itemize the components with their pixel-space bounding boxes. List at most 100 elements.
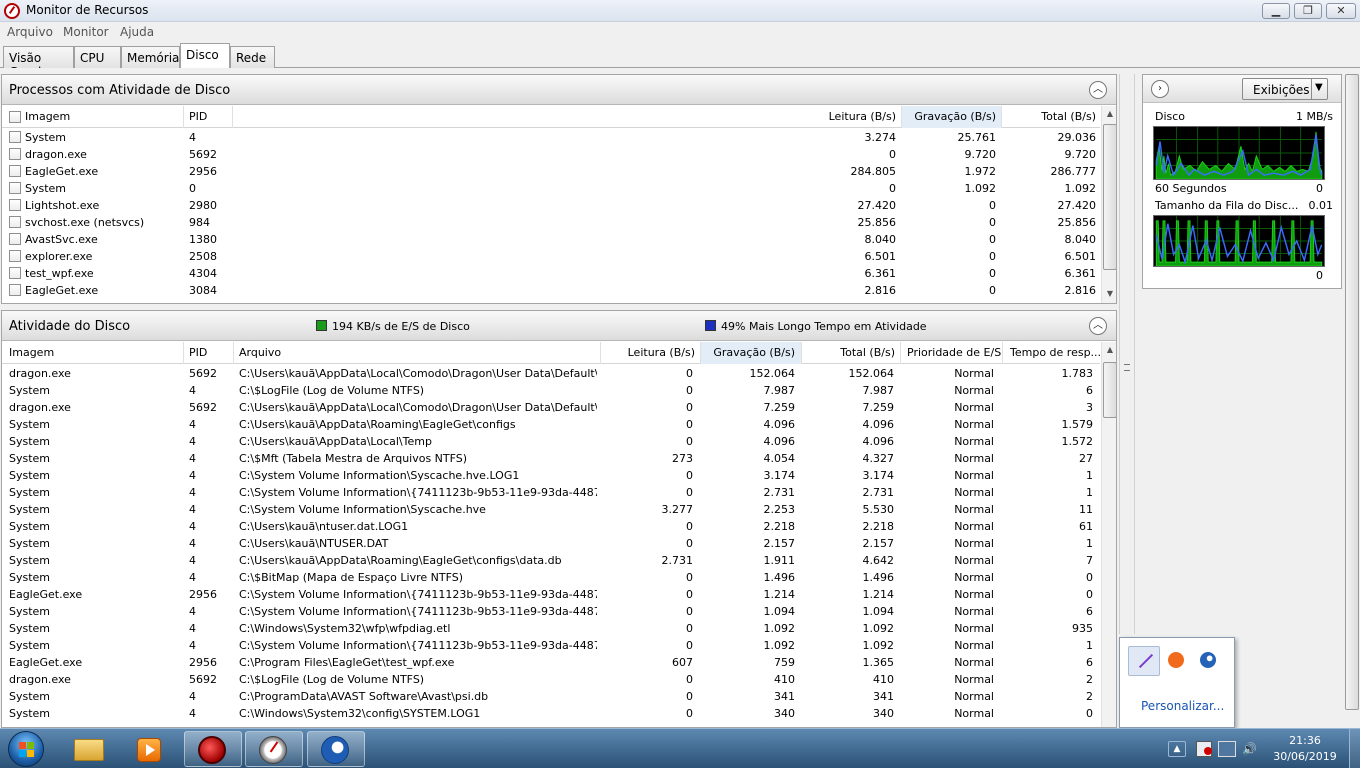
table-row[interactable]: System 4 C:\Users\kauã\AppData\Roaming\Eag… [2,552,1100,569]
tab-visao-geral[interactable]: Visão Geral [3,46,74,79]
table-row[interactable]: dragon.exe 5692 C:\$LogFile (Log de Volume… [2,671,1100,688]
scroll-thumb[interactable] [1103,362,1116,418]
table-row[interactable]: explorer.exe 2508 6.501 0 6.501 [2,248,1100,265]
side-scrollbar[interactable] [1344,74,1360,728]
row-checkbox[interactable] [9,216,21,228]
row-checkbox[interactable] [9,250,21,262]
show-desktop-button[interactable] [1349,729,1360,768]
processes-scrollbar[interactable]: ▲ ▼ [1101,106,1116,303]
show-hidden-icons-button[interactable]: ▲ [1168,741,1186,757]
col-arquivo[interactable]: Arquivo [239,346,281,359]
col-leitura[interactable]: Leitura (B/s) [601,346,695,359]
table-row[interactable]: System 4 C:\Windows\System32\wfp\wfpdiag.e… [2,620,1100,637]
scroll-up-arrow[interactable]: ▲ [1102,342,1116,358]
table-row[interactable]: System 4 C:\Users\kauã\ntuser.dat.LOG1 0 2.2… [2,518,1100,535]
tab-disco[interactable]: Disco [180,43,230,69]
start-button[interactable] [8,731,44,767]
table-row[interactable]: dragon.exe 5692 C:\Users\kauã\AppData\Loca… [2,365,1100,382]
minimize-button[interactable]: ▁ [1262,3,1290,19]
row-checkbox[interactable] [9,284,21,296]
row-checkbox[interactable] [9,199,21,211]
scroll-thumb[interactable] [1345,74,1359,710]
chevron-up-icon[interactable]: ︿ [1089,317,1107,335]
tab-cpu[interactable]: CPU [74,46,121,68]
volume-icon[interactable]: 🔊 [1242,742,1257,756]
select-all-checkbox[interactable] [9,111,21,123]
col-leitura[interactable]: Leitura (B/s) [782,110,896,123]
media-player-taskbar-button[interactable] [121,731,179,767]
scroll-thumb[interactable] [1103,124,1116,270]
table-row[interactable]: System 4 C:\System Volume Information\Sysc… [2,501,1100,518]
table-row[interactable]: System 4 C:\$Mft (Tabela Mestra de Arquivo… [2,450,1100,467]
processes-panel-header[interactable]: Processos com Atividade de Disco ︿ [2,75,1116,105]
action-center-icon[interactable] [1196,741,1212,757]
table-row[interactable]: System 4 C:\Users\kauã\NTUSER.DAT 0 2.157 2.1… [2,535,1100,552]
row-checkbox[interactable] [9,165,21,177]
eagleget-tray-icon[interactable] [1200,652,1216,668]
lightshot-tray-icon[interactable] [1128,646,1160,676]
table-row[interactable]: EagleGet.exe 2956 C:\Program Files\EagleGe… [2,654,1100,671]
menu-ajuda[interactable]: Ajuda [120,25,154,39]
customize-link[interactable]: Personalizar... [1141,699,1224,713]
col-tempo-resposta[interactable]: Tempo de resp... [1010,346,1101,359]
table-row[interactable]: System 4 C:\Users\kauã\AppData\Local\Temp 0… [2,433,1100,450]
network-icon[interactable] [1218,741,1236,757]
comodo-dragon-taskbar-button[interactable] [184,731,242,767]
col-prioridade[interactable]: Prioridade de E/S [907,346,1001,359]
resource-monitor-taskbar-button[interactable] [245,731,303,767]
activity-scrollbar[interactable]: ▲ [1101,342,1116,727]
table-row[interactable]: EagleGet.exe 2956 C:\System Volume Informa… [2,586,1100,603]
row-checkbox[interactable] [9,233,21,245]
table-row[interactable]: AvastSvc.exe 1380 8.040 0 8.040 [2,231,1100,248]
caret-down-icon[interactable]: ▼ [1315,82,1323,93]
table-row[interactable]: dragon.exe 5692 0 9.720 9.720 [2,146,1100,163]
menu-monitor[interactable]: Monitor [63,25,109,39]
col-imagem[interactable]: Imagem [25,110,70,123]
row-checkbox[interactable] [9,131,21,143]
table-row[interactable]: dragon.exe 5692 C:\Users\kauã\AppData\Loca… [2,399,1100,416]
table-row[interactable]: Lightshot.exe 2980 27.420 0 27.420 [2,197,1100,214]
scroll-up-arrow[interactable]: ▲ [1102,106,1116,122]
row-checkbox[interactable] [9,182,21,194]
maximize-button[interactable]: ❐ [1294,3,1322,19]
row-checkbox[interactable] [9,267,21,279]
table-row[interactable]: System 4 3.274 25.761 29.036 [2,129,1100,146]
table-row[interactable]: test_wpf.exe 4304 6.361 0 6.361 [2,265,1100,282]
col-pid[interactable]: PID [189,110,207,123]
col-total[interactable]: Total (B/s) [1002,110,1096,123]
explorer-taskbar-button[interactable] [60,731,118,767]
clock-time[interactable]: 21:36 [1270,734,1340,747]
scroll-down-arrow[interactable]: ▼ [1102,286,1116,302]
table-row[interactable]: System 4 C:\Windows\System32\config\SYSTEM… [2,705,1100,722]
col-gravacao[interactable]: Gravação (B/s) [902,110,996,123]
row-checkbox[interactable] [9,148,21,160]
table-row[interactable]: System 0 0 1.092 1.092 [2,180,1100,197]
chevron-up-icon[interactable]: ︿ [1089,81,1107,99]
table-row[interactable]: svchost.exe (netsvcs) 984 25.856 0 25.856 [2,214,1100,231]
tab-memoria[interactable]: Memória [121,46,180,68]
table-row[interactable]: System 4 C:\Users\kauã\AppData\Roaming\Eag… [2,416,1100,433]
disk-activity-panel-header[interactable]: Atividade do Disco 194 KB/s de E/S de Di… [2,311,1116,341]
menu-arquivo[interactable]: Arquivo [7,25,53,39]
table-row[interactable]: System 4 C:\System Volume Information\{741… [2,603,1100,620]
table-row[interactable]: EagleGet.exe 3084 2.816 0 2.816 [2,282,1100,299]
tab-rede[interactable]: Rede [230,46,275,68]
table-row[interactable]: System 4 C:\$LogFile (Log de Volume NTFS) 0… [2,382,1100,399]
eagleget-taskbar-button[interactable] [307,731,365,767]
col-imagem[interactable]: Imagem [9,346,54,359]
table-row[interactable]: System 4 C:\$BitMap (Mapa de Espaço Livre … [2,569,1100,586]
col-gravacao[interactable]: Gravação (B/s) [701,346,795,359]
table-row[interactable]: System 4 C:\System Volume Information\{741… [2,637,1100,654]
table-row[interactable]: System 4 C:\System Volume Information\{741… [2,484,1100,501]
col-pid[interactable]: PID [189,346,207,359]
close-button[interactable]: ✕ [1326,3,1356,19]
clock-date[interactable]: 30/06/2019 [1270,750,1340,763]
table-row[interactable]: System 4 C:\ProgramData\AVAST Software\Ava… [2,688,1100,705]
chevron-right-icon[interactable]: › [1151,80,1169,98]
col-total[interactable]: Total (B/s) [802,346,895,359]
table-row[interactable]: EagleGet.exe 2956 284.805 1.972 286.777 [2,163,1100,180]
panel-splitter[interactable] [1119,74,1135,634]
avast-tray-icon[interactable] [1168,652,1184,668]
table-row[interactable]: System 4 C:\System Volume Information\Sysc… [2,467,1100,484]
views-button[interactable]: Exibições ▼ [1242,78,1328,100]
